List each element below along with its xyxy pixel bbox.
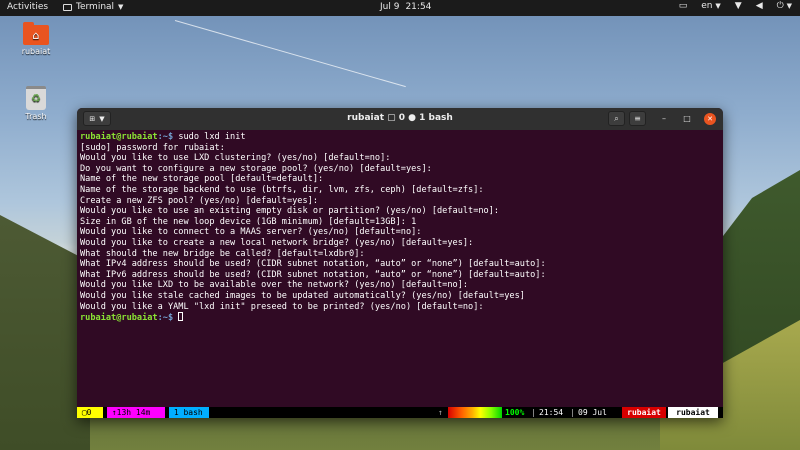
battery-bar <box>448 407 502 418</box>
terminal-cursor <box>178 312 184 322</box>
app-menu[interactable]: Terminal ▼ <box>63 2 123 12</box>
status-clock: 21:54 <box>539 408 564 417</box>
prompt-path: :~$ <box>157 132 174 142</box>
output-line: Would you like to use an existing empty … <box>80 206 500 217</box>
status-separator: | <box>531 408 536 417</box>
chevron-down-icon: ▼ <box>786 2 792 10</box>
minimize-button[interactable]: – <box>658 113 670 125</box>
window-titlebar[interactable]: ⊞ ▼ rubaiat ▢ 0 ● 1 bash ⌕ ≡ – □ ✕ <box>77 108 723 130</box>
tmux-uptime-value: 13h 14m <box>116 408 151 417</box>
status-host: rubaiat <box>668 407 718 418</box>
tmux-window-label: 1 bash <box>173 408 203 417</box>
output-line: Create a new ZFS pool? (yes/no) [default… <box>80 195 318 206</box>
prompt-user: rubaiat@rubaiat <box>80 313 158 324</box>
output-line: What IPv4 address should be used? (CIDR … <box>80 259 546 270</box>
app-name: Terminal <box>76 2 115 12</box>
prompt-line: rubaiat@rubaiat:~$ sudo lxd init <box>80 132 720 143</box>
tmux-uptime: ↑ 13h 14m <box>107 407 165 418</box>
trash-icon: ♻ <box>26 86 46 110</box>
search-icon: ⌕ <box>614 114 619 123</box>
hamburger-icon: ≡ <box>634 114 641 123</box>
clock[interactable]: Jul 9 21:54 <box>380 2 431 12</box>
tmux-window[interactable]: 1 bash <box>169 407 209 418</box>
clock-time: 21:54 <box>405 2 432 12</box>
output-line: What IPv6 address should be used? (CIDR … <box>80 269 546 280</box>
language-indicator[interactable]: en ▼ <box>701 1 721 11</box>
language-label: en <box>701 1 713 11</box>
terminal-output[interactable]: rubaiat@rubaiat:~$ sudo lxd init [sudo] p… <box>77 130 723 326</box>
chevron-down-icon: ▼ <box>715 2 721 10</box>
close-icon: ✕ <box>707 115 713 123</box>
maximize-button[interactable]: □ <box>681 113 693 125</box>
status-separator: | <box>570 408 575 417</box>
clock-date: Jul 9 <box>380 2 400 12</box>
tmux-session: ▢ 0 <box>77 407 103 418</box>
terminal-window: ⊞ ▼ rubaiat ▢ 0 ● 1 bash ⌕ ≡ – □ ✕ rubai… <box>77 108 723 418</box>
tmux-session-number: 0 <box>86 408 92 417</box>
network-icon[interactable]: ▼ <box>735 1 742 11</box>
chevron-down-icon: ▼ <box>118 3 124 11</box>
status-date: 09 Jul <box>578 408 607 417</box>
command-text: sudo lxd init <box>173 132 246 142</box>
system-tray: ▭ en ▼ ▼ ◀ ⏻ ▼ <box>679 1 792 11</box>
terminal-icon <box>63 3 72 11</box>
output-line: Would you like to create a new local net… <box>80 237 474 248</box>
prompt-user: rubaiat@rubaiat <box>80 132 158 142</box>
output-line: What should the new bridge be called? [d… <box>80 248 365 259</box>
desktop-icon-trash[interactable]: ♻ Trash <box>16 86 56 121</box>
tmux-status-bar: ▢ 0 ↑ 13h 14m 1 bash ↑ 100% | 21:54 | 09 J… <box>77 407 723 418</box>
maximize-icon: □ <box>683 114 691 123</box>
display-icon[interactable]: ▭ <box>679 1 688 11</box>
desktop-icon-label: rubaiat <box>21 47 51 56</box>
battery-percent: 100% <box>505 408 525 417</box>
tmux-arrow: ↑ <box>438 408 443 417</box>
close-button[interactable]: ✕ <box>704 113 716 125</box>
volume-icon[interactable]: ◀ <box>756 1 763 11</box>
desktop-icon-label: Trash <box>25 112 47 121</box>
home-folder-icon: ⌂ <box>23 22 49 45</box>
output-line: [sudo] password for rubaiat: <box>80 142 225 153</box>
top-bar: Activities Terminal ▼ Jul 9 21:54 ▭ en ▼… <box>0 0 800 16</box>
output-line: Would you like LXD to be available over … <box>80 280 469 291</box>
minimize-icon: – <box>662 114 666 123</box>
output-line: Would you like stale cached images to be… <box>80 290 525 301</box>
prompt-line: rubaiat@rubaiat:~$ <box>80 312 720 324</box>
wallpaper-contrail <box>174 20 406 88</box>
activities-button[interactable]: Activities <box>7 2 48 12</box>
output-line: Size in GB of the new loop device (1GB m… <box>80 216 417 227</box>
status-user: rubaiat <box>622 407 666 418</box>
desktop-icon-home[interactable]: ⌂ rubaiat <box>16 22 56 56</box>
menu-button[interactable]: ≡ <box>629 111 646 126</box>
output-line: Name of the new storage pool [default=de… <box>80 174 324 185</box>
search-button[interactable]: ⌕ <box>608 111 625 126</box>
output-line: Name of the storage backend to use (btrf… <box>80 184 484 195</box>
output-line: Would you like a YAML "lxd init" preseed… <box>80 301 484 312</box>
output-line: Would you like to connect to a MAAS serv… <box>80 227 422 238</box>
output-line: Do you want to configure a new storage p… <box>80 163 432 174</box>
window-title: rubaiat ▢ 0 ● 1 bash <box>347 113 453 123</box>
power-icon[interactable]: ⏻ ▼ <box>777 1 792 11</box>
prompt-path: :~$ <box>157 313 174 324</box>
output-line: Would you like to use LXD clustering? (y… <box>80 153 391 164</box>
